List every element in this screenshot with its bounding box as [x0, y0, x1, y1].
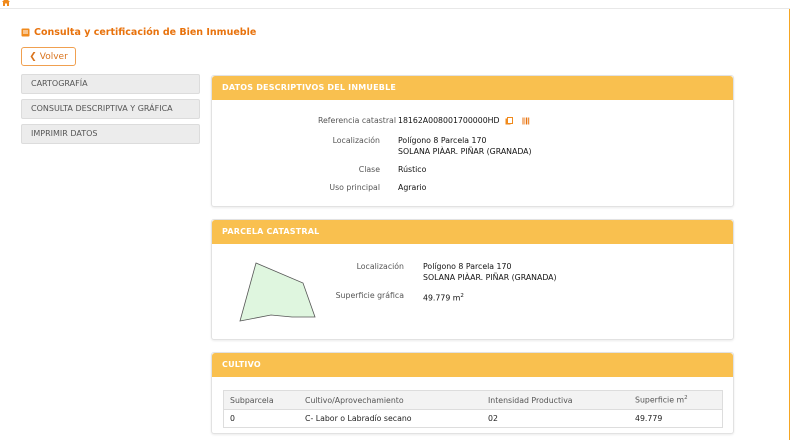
parcela-loc-line2: SOLANA PIÀAR. PIÑAR (GRANADA)	[423, 273, 557, 282]
loc-line2: SOLANA PIÀAR. PIÑAR (GRANADA)	[398, 147, 532, 156]
ref-label: Referencia catastral	[317, 116, 396, 125]
cell-intensidad: 02	[482, 409, 629, 428]
ref-value-row: 18162A008001700000HD	[398, 116, 530, 126]
cell-subparcela: 0	[223, 409, 299, 428]
uso-value: Agrario	[398, 183, 427, 192]
panel-cultivo: CULTIVO Subparcela Cultivo/Aprovechamien…	[211, 352, 734, 434]
loc-label: Localización	[332, 136, 380, 145]
superficie-value-row: 49.779 m2	[423, 291, 464, 304]
table-row: 0 C- Labor o Labradío secano 02 49.779	[223, 409, 723, 428]
parcela-loc-line1: Polígono 8 Parcela 170	[423, 262, 512, 271]
chevron-left-icon: ❮	[29, 51, 37, 62]
superficie-unit-exponent: 2	[460, 293, 464, 299]
cell-superficie: 49.779	[629, 409, 723, 428]
home-icon[interactable]	[1, 0, 11, 7]
col-subparcela: Subparcela	[223, 390, 299, 410]
table-header-row: Subparcela Cultivo/Aprovechamiento Inten…	[223, 390, 723, 410]
cultivo-table: Subparcela Cultivo/Aprovechamiento Inten…	[223, 390, 723, 428]
col-cultivo: Cultivo/Aprovechamiento	[299, 390, 482, 410]
barcode-icon[interactable]	[522, 117, 530, 125]
panel-header-parcela: PARCELA CATASTRAL	[212, 220, 733, 244]
side-menu: CARTOGRAFÍA CONSULTA DESCRIPTIVA Y GRÁFI…	[21, 74, 200, 149]
clase-label: Clase	[358, 165, 380, 174]
back-button-label: Volver	[39, 51, 68, 62]
copy-icon[interactable]	[505, 117, 514, 125]
uso-label: Uso principal	[329, 183, 380, 192]
superficie-label: Superficie gráfica	[335, 291, 404, 300]
document-icon	[21, 28, 30, 37]
top-bar	[0, 0, 790, 9]
panel-header-datos: DATOS DESCRIPTIVOS DEL INMUEBLE	[212, 76, 733, 100]
col-superficie: Superficie m2	[629, 390, 723, 410]
panel-header-cultivo: CULTIVO	[212, 353, 733, 377]
loc-line1: Polígono 8 Parcela 170	[398, 136, 487, 145]
page-title: Consulta y certificación de Bien Inmuebl…	[21, 27, 256, 38]
ref-value: 18162A008001700000HD	[398, 116, 500, 125]
back-button[interactable]: ❮ Volver	[21, 47, 76, 66]
menu-item-cartografia[interactable]: CARTOGRAFÍA	[21, 74, 200, 94]
parcela-loc-label: Localización	[356, 262, 404, 271]
col-superficie-label: Superficie m	[635, 395, 685, 405]
col-intensidad: Intensidad Productiva	[482, 390, 629, 410]
parcel-shape-map[interactable]	[237, 259, 319, 323]
clase-value: Rústico	[398, 165, 427, 174]
col-superficie-exponent: 2	[684, 395, 688, 402]
cell-cultivo: C- Labor o Labradío secano	[299, 409, 482, 428]
superficie-value: 49.779 m	[423, 293, 461, 303]
page-title-text: Consulta y certificación de Bien Inmuebl…	[34, 27, 257, 38]
menu-item-imprimir-datos[interactable]: IMPRIMIR DATOS	[21, 124, 200, 144]
panel-parcela-catastral: PARCELA CATASTRAL Localización Polígono …	[211, 219, 734, 340]
menu-item-consulta-descriptiva[interactable]: CONSULTA DESCRIPTIVA Y GRÁFICA	[21, 99, 200, 119]
panel-datos-descriptivos: DATOS DESCRIPTIVOS DEL INMUEBLE Referenc…	[211, 75, 734, 207]
